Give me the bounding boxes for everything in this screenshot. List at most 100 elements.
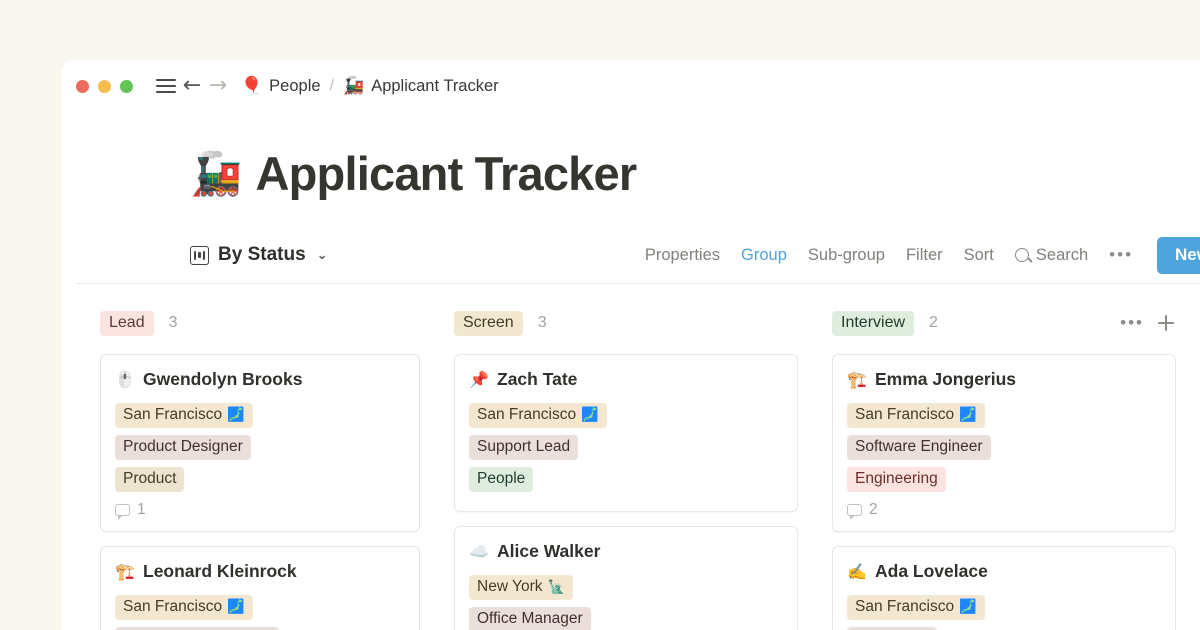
- card-title: ✍️Ada Lovelace: [847, 561, 1161, 582]
- card-emoji-icon: 🖱️: [115, 372, 134, 388]
- applicant-card[interactable]: 🏗️Leonard KleinrockSan Francisco🗾Enginee…: [100, 546, 420, 630]
- toolbar-sort-button[interactable]: Sort: [964, 246, 994, 265]
- card-emoji-icon: 🏗️: [115, 564, 134, 580]
- column-count: 3: [169, 314, 178, 332]
- chevron-down-icon: ⌄: [317, 248, 328, 263]
- card-tag[interactable]: New York🗽: [469, 575, 573, 600]
- column-card-list: 🏗️Emma Jongerius San Francisco 🗾 Software E…: [818, 354, 1176, 630]
- applicant-card[interactable]: 🏗️Emma Jongerius San Francisco 🗾 Software E…: [832, 354, 1176, 532]
- card-tag-row: Office Manager: [469, 607, 783, 630]
- column-status-badge[interactable]: Screen: [454, 311, 523, 336]
- card-tag-emoji-icon: 🗾: [227, 600, 244, 614]
- card-tag-label: San Francisco: [123, 598, 222, 616]
- card-tag-emoji-icon: 🗾: [959, 600, 976, 614]
- card-tag-row: San Francisco 🗾: [115, 595, 405, 620]
- card-tag[interactable]: Office Manager: [469, 607, 591, 630]
- card-tag-label: People: [477, 470, 525, 488]
- card-emoji-icon: ☁️: [469, 544, 488, 560]
- comment-bubble-icon: [115, 504, 130, 516]
- card-tag-row: San Francisco 🗾: [847, 403, 1161, 428]
- locomotive-icon: 🚂: [343, 78, 364, 95]
- column-header: Interview2•••: [818, 306, 1176, 340]
- card-tag-label: New York: [477, 578, 542, 596]
- card-tag-row: San Francisco 🗾: [847, 595, 1161, 620]
- app-window: ← → 🎈 People / 🚂 Applicant Tracker 🚂 App…: [62, 60, 1200, 630]
- toolbar-search-label: Search: [1036, 246, 1088, 265]
- card-tag-row: San Francisco🗾: [469, 403, 783, 428]
- search-icon: [1015, 248, 1029, 262]
- card-tag-label: San Francisco: [855, 406, 954, 424]
- column-actions: •••: [1120, 315, 1174, 331]
- card-title-text: Ada Lovelace: [875, 561, 988, 582]
- card-tag-label: Product Designer: [123, 438, 243, 456]
- toolbar-search-button[interactable]: Search: [1015, 246, 1088, 265]
- card-tag[interactable]: San Francisco 🗾: [115, 595, 253, 620]
- card-title: 🏗️ Leonard Kleinrock: [115, 561, 405, 582]
- toolbar-subgroup-button[interactable]: Sub-group: [808, 246, 885, 265]
- card-title-text: Emma Jongerius: [875, 369, 1016, 390]
- card-tag[interactable]: Engineering: [847, 467, 946, 492]
- card-tag[interactable]: Product: [115, 467, 184, 492]
- card-tag[interactable]: Support Lead: [469, 435, 578, 460]
- card-emoji-icon: 📌: [469, 372, 488, 388]
- kanban-column: Lead3🖱️Gwendolyn BrooksSan Francisco🗾Pro…: [62, 306, 440, 630]
- card-title: 🖱️ Gwendolyn Brooks: [115, 369, 405, 390]
- view-selector-by-status[interactable]: By Status ⌄: [190, 244, 328, 266]
- view-toolbar-actions: Properties Group Sub-group Filter Sort S…: [645, 237, 1200, 274]
- card-tag[interactable]: Software Engineer: [847, 435, 991, 460]
- card-comment-count[interactable]: 2: [847, 501, 1161, 519]
- card-tag[interactable]: San Francisco🗾: [469, 403, 607, 428]
- card-title: 🏗️Emma Jongerius: [847, 369, 1161, 390]
- card-tag[interactable]: San Francisco 🗾: [847, 403, 985, 428]
- card-tag-label: Support Lead: [477, 438, 570, 456]
- applicant-card[interactable]: 🖱️ Gwendolyn Brooks San Francisco🗾 Product …: [100, 354, 420, 532]
- card-title-text: Leonard Kleinrock: [143, 561, 297, 582]
- column-header: Screen 3: [440, 306, 798, 340]
- card-tag-label: San Francisco: [855, 598, 954, 616]
- toolbar-more-icon[interactable]: •••: [1109, 250, 1133, 260]
- card-tag[interactable]: Product Designer: [115, 435, 251, 460]
- column-add-icon[interactable]: [1158, 315, 1174, 331]
- column-more-icon[interactable]: •••: [1120, 318, 1144, 328]
- card-tag-label: Engineering: [855, 470, 938, 488]
- breadcrumb-current-label: Applicant Tracker: [371, 77, 498, 96]
- column-header: Lead 3: [86, 306, 420, 340]
- card-tag-label: San Francisco: [477, 406, 576, 424]
- breadcrumb-item-people[interactable]: 🎈 People: [241, 77, 321, 96]
- traffic-lights: [76, 80, 133, 93]
- back-button[interactable]: ←: [179, 73, 205, 99]
- column-status-badge[interactable]: Interview: [832, 311, 914, 336]
- forward-button[interactable]: →: [205, 73, 231, 99]
- card-tag-row: Support Lead: [469, 435, 783, 460]
- card-tag[interactable]: People: [469, 467, 533, 492]
- breadcrumb-item-applicant-tracker[interactable]: 🚂 Applicant Tracker: [343, 77, 499, 96]
- toolbar-group-button[interactable]: Group: [741, 246, 787, 265]
- card-title-text: Gwendolyn Brooks: [143, 369, 302, 390]
- balloon-icon: 🎈: [241, 78, 262, 95]
- close-window-button[interactable]: [76, 80, 89, 93]
- minimize-window-button[interactable]: [98, 80, 111, 93]
- page-header: 🚂 Applicant Tracker: [62, 112, 1200, 197]
- card-tag-emoji-icon: 🗾: [959, 408, 976, 422]
- page-title[interactable]: 🚂 Applicant Tracker: [190, 150, 1200, 197]
- zoom-window-button[interactable]: [120, 80, 133, 93]
- card-tag[interactable]: San Francisco🗾: [115, 403, 253, 428]
- card-comment-count[interactable]: 1: [115, 501, 405, 519]
- breadcrumb-people-label: People: [269, 77, 320, 96]
- hamburger-icon: [156, 79, 176, 94]
- arrow-left-icon: ←: [183, 75, 201, 97]
- applicant-card[interactable]: 📌Zach TateSan Francisco🗾Support LeadPeop…: [454, 354, 798, 512]
- column-card-list: 📌Zach TateSan Francisco🗾Support LeadPeop…: [440, 354, 798, 630]
- sidebar-toggle-icon[interactable]: [153, 73, 179, 99]
- applicant-card[interactable]: ✍️Ada LovelaceSan Francisco🗾Copywriter: [832, 546, 1176, 630]
- card-tag-label: San Francisco: [123, 406, 222, 424]
- column-count: 3: [538, 314, 547, 332]
- column-status-badge[interactable]: Lead: [100, 311, 154, 336]
- toolbar-properties-button[interactable]: Properties: [645, 246, 720, 265]
- applicant-card[interactable]: ☁️Alice WalkerNew York🗽Office ManagerPeo…: [454, 526, 798, 630]
- new-record-button[interactable]: New: [1157, 237, 1200, 274]
- toolbar-filter-button[interactable]: Filter: [906, 246, 943, 265]
- card-tag-row: Product Designer: [115, 435, 405, 460]
- card-tag[interactable]: San Francisco 🗾: [847, 595, 985, 620]
- kanban-board: Lead3🖱️Gwendolyn BrooksSan Francisco🗾Pro…: [62, 284, 1200, 630]
